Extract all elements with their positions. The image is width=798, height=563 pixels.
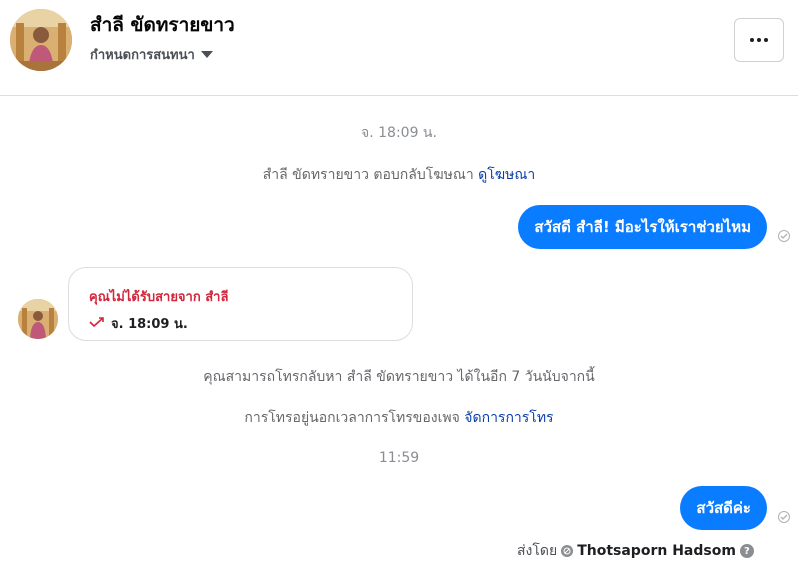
missed-call-time-row: จ. 18:09 น. (89, 313, 188, 334)
more-options-button[interactable] (734, 18, 784, 62)
sent-by-row: ส่งโดย Thotsaporn Hadsom ? (517, 540, 754, 562)
outgoing-message-bubble[interactable]: สวัสดี สำลี! มีอะไรให้เราช่วยไหม (518, 205, 767, 249)
message-timestamp-2: 11:59 (378, 450, 420, 466)
caret-down-icon (200, 51, 213, 58)
sent-check-icon-2 (778, 511, 790, 523)
sent-check-icon (778, 230, 790, 242)
block-icon (561, 545, 574, 557)
missed-call-title: คุณไม่ได้รับสายจาก สำลี (89, 290, 229, 305)
conversation-header: สำลี ขัดทรายขาว กำหนดการสนทนา (0, 0, 798, 96)
view-ad-link[interactable]: ดูโฆษณา (478, 167, 535, 183)
outside-hours-text: การโทรอยู่นอกเวลาการโทรของเพจ (244, 410, 460, 426)
sender-name: Thotsaporn Hadsom (577, 543, 736, 559)
conversation-schedule-label: กำหนดการสนทนา (90, 48, 195, 63)
outgoing-message-bubble-2[interactable]: สวัสดีค่ะ (680, 486, 767, 530)
contact-avatar-small[interactable] (18, 299, 58, 339)
ad-reply-notice: สำลี ขัดทรายขาว ตอบกลับโฆษณา ดูโฆษณา (0, 164, 798, 186)
outside-hours-notice: การโทรอยู่นอกเวลาการโทรของเพจ จัดการการโ… (0, 407, 798, 429)
sent-by-label: ส่งโดย (517, 543, 558, 559)
help-icon[interactable]: ? (739, 544, 754, 558)
callback-notice: คุณสามารถโทรกลับหา สำลี ขัดทรายขาว ได้ใน… (203, 369, 595, 385)
contact-name: สำลี ขัดทรายขาว (90, 14, 235, 36)
missed-call-arrow-icon (89, 316, 105, 332)
more-horizontal-icon (750, 38, 754, 42)
missed-call-card[interactable]: คุณไม่ได้รับสายจาก สำลี จ. 18:09 น. (68, 267, 413, 341)
contact-avatar[interactable] (10, 9, 72, 71)
ad-reply-text: สำลี ขัดทรายขาว ตอบกลับโฆษณา (262, 167, 474, 183)
manage-calls-link[interactable]: จัดการการโทร (464, 410, 553, 426)
missed-call-time: จ. 18:09 น. (111, 317, 188, 332)
message-timestamp: จ. 18:09 น. (361, 125, 437, 141)
conversation-schedule-dropdown[interactable]: กำหนดการสนทนา (90, 44, 213, 65)
